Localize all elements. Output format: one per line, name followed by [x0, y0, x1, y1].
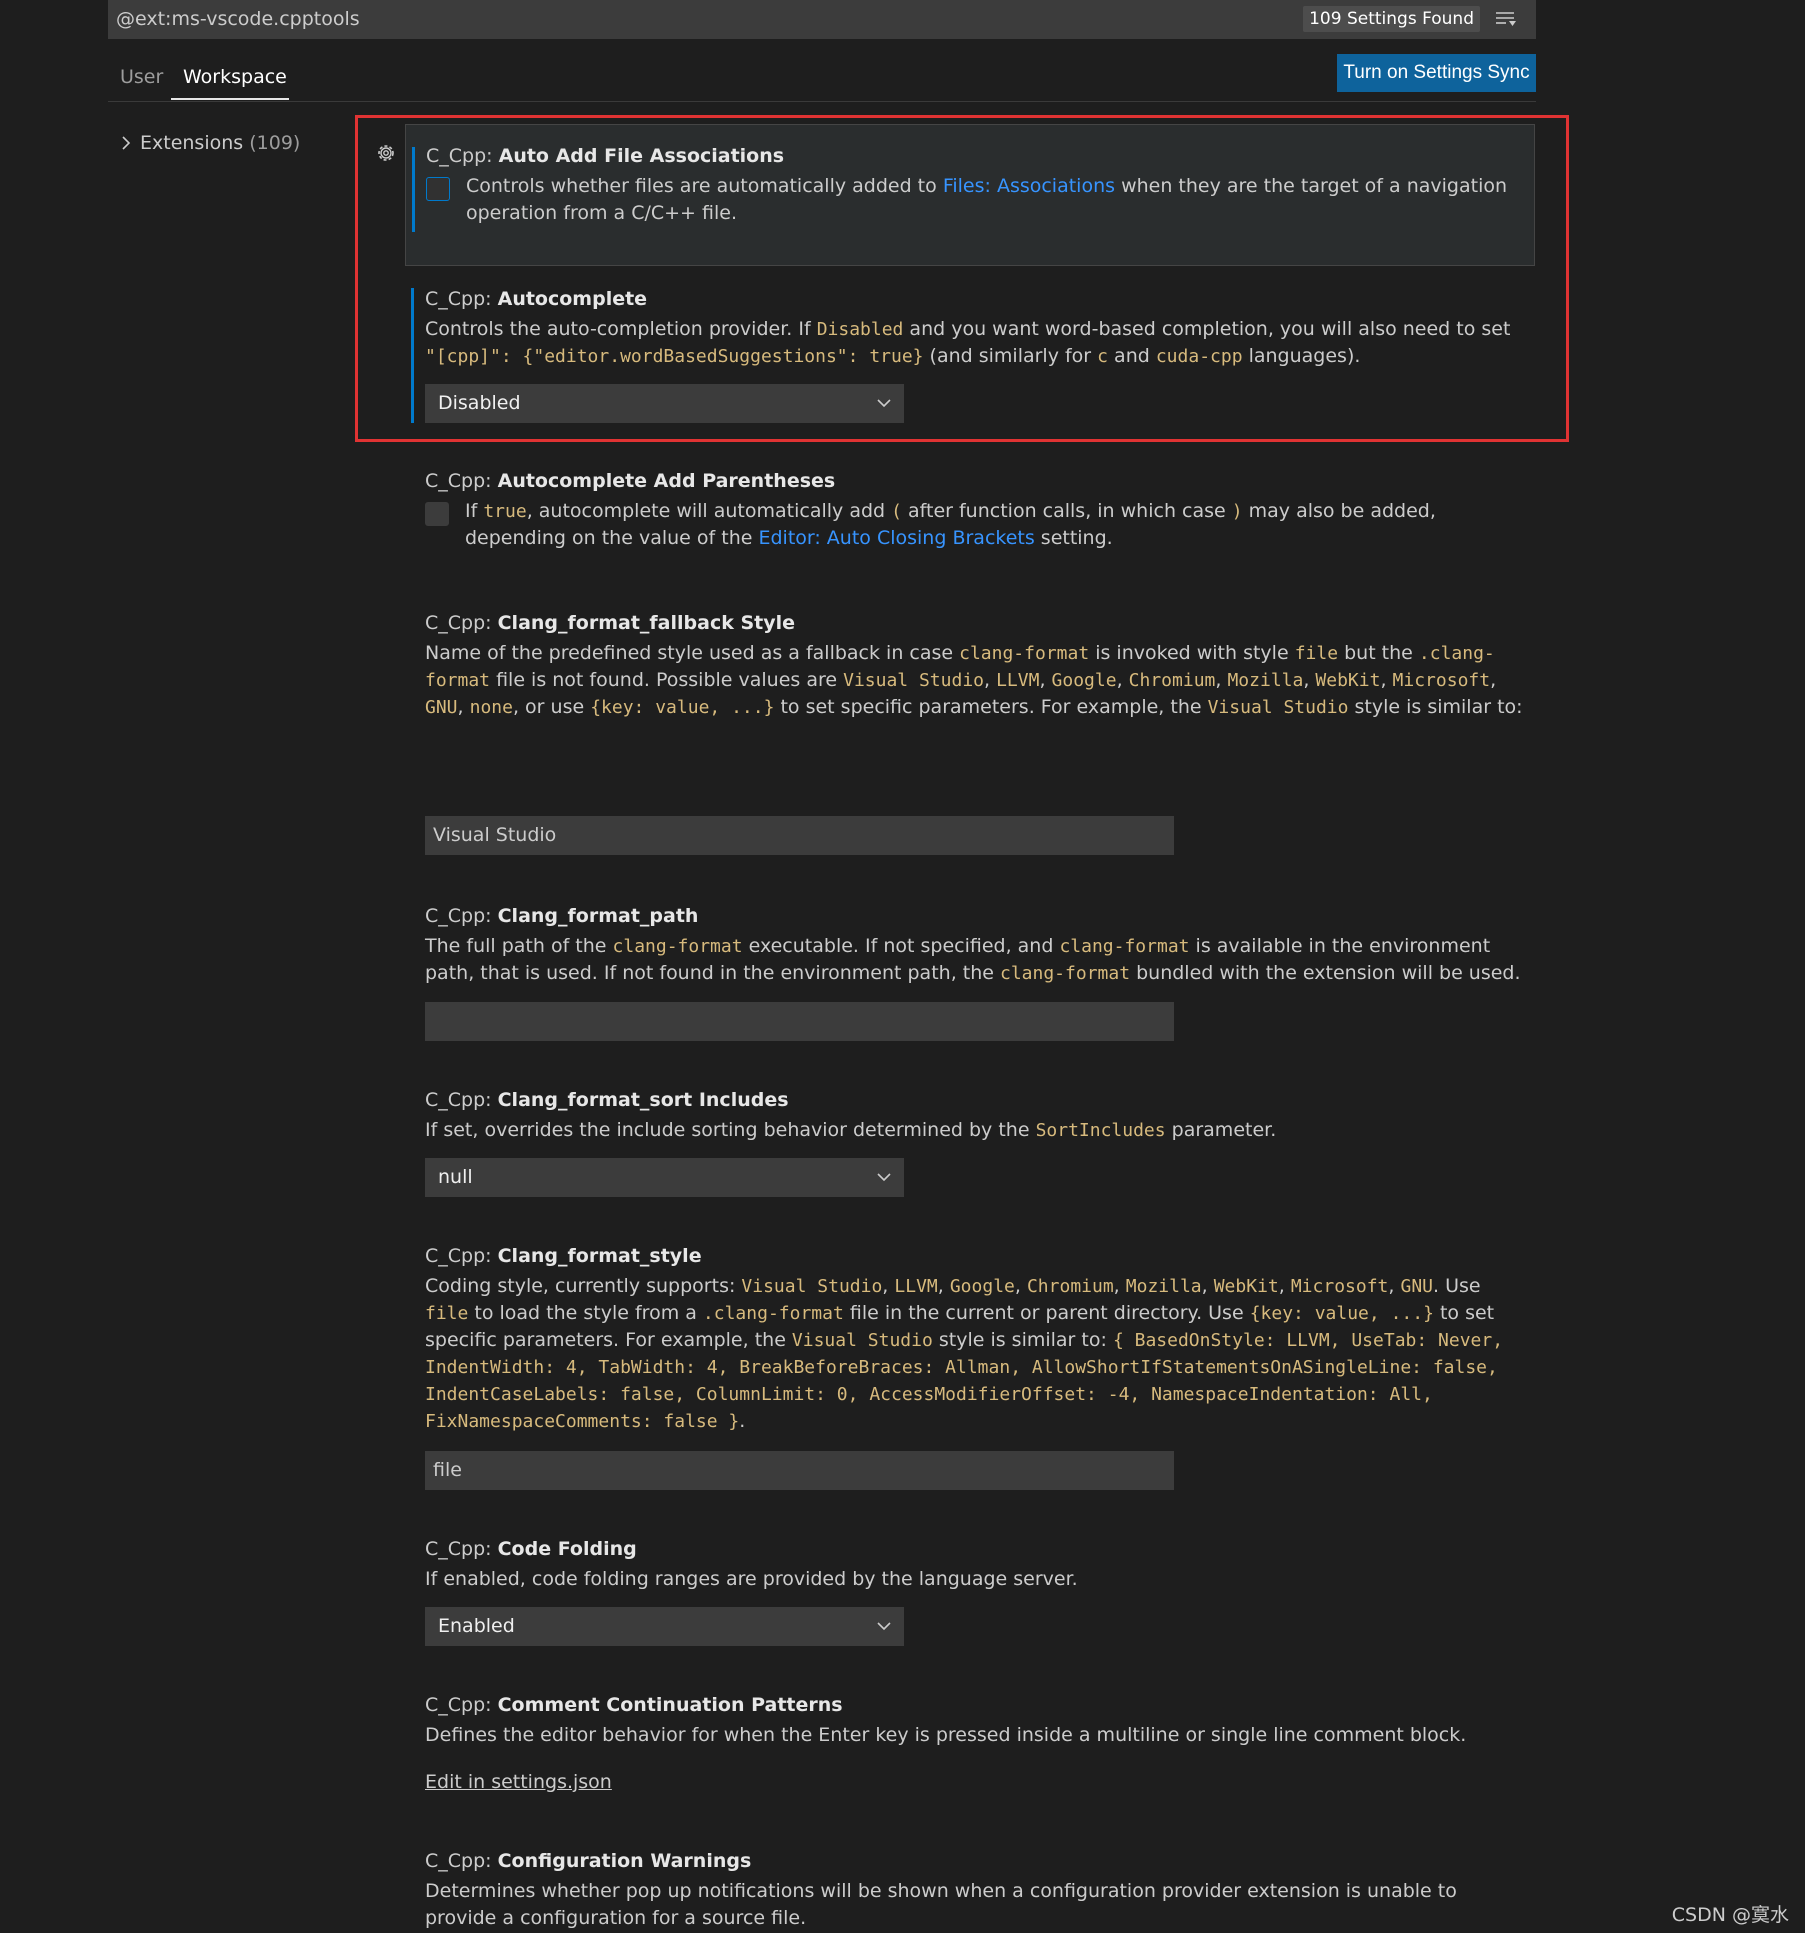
- setting-title: C_Cpp: Clang_format_style: [425, 1245, 702, 1267]
- chevron-down-icon: [877, 1622, 891, 1631]
- autocomplete-add-parentheses-checkbox[interactable]: [425, 502, 449, 526]
- gear-icon[interactable]: [374, 141, 398, 165]
- setting-title: C_Cpp: Auto Add File Associations: [426, 145, 785, 167]
- clang-format-fallback-style-input[interactable]: Visual Studio: [425, 816, 1174, 855]
- files-associations-link[interactable]: Files: Associations: [943, 175, 1115, 197]
- chevron-right-icon: [122, 136, 131, 150]
- setting-autocomplete-add-parentheses: C_Cpp: Autocomplete Add Parentheses If t…: [405, 468, 1535, 558]
- chevron-down-icon: [877, 1173, 891, 1182]
- tab-workspace[interactable]: Workspace: [183, 66, 287, 88]
- setting-title: C_Cpp: Code Folding: [425, 1538, 637, 1560]
- setting-description: Defines the editor behavior for when the…: [425, 1724, 1467, 1746]
- setting-description: If set, overrides the include sorting be…: [425, 1119, 1277, 1141]
- autocomplete-select[interactable]: Disabled: [425, 384, 904, 423]
- setting-description: Controls whether files are automatically…: [466, 175, 1508, 224]
- setting-description: The full path of the clang-format execut…: [425, 935, 1521, 984]
- setting-title: C_Cpp: Comment Continuation Patterns: [425, 1694, 843, 1716]
- results-count-badge: 109 Settings Found: [1303, 6, 1480, 32]
- setting-clang-format-path: C_Cpp: Clang_format_path The full path o…: [405, 903, 1535, 1043]
- modified-indicator: [411, 288, 414, 423]
- setting-description: Name of the predefined style used as a f…: [425, 642, 1523, 718]
- setting-comment-continuation-patterns: C_Cpp: Comment Continuation Patterns Def…: [405, 1692, 1535, 1802]
- tabs-divider: [108, 101, 1536, 102]
- setting-description: Controls the auto-completion provider. I…: [425, 318, 1511, 367]
- chevron-down-icon: [877, 399, 891, 408]
- setting-title: C_Cpp: Configuration Warnings: [425, 1850, 752, 1872]
- setting-title: C_Cpp: Autocomplete: [425, 288, 648, 310]
- toc-count: (109): [249, 132, 301, 154]
- watermark: CSDN @寞水: [1671, 1904, 1789, 1926]
- setting-auto-add-file-associations: C_Cpp: Auto Add File Associations Contro…: [405, 124, 1535, 266]
- editor-auto-closing-brackets-link[interactable]: Editor: Auto Closing Brackets: [758, 527, 1034, 549]
- settings-sync-button[interactable]: Turn on Settings Sync: [1337, 54, 1536, 92]
- edit-link-row: Edit in settings.json: [425, 1769, 1525, 1796]
- setting-clang-format-sort-includes: C_Cpp: Clang_format_sort Includes If set…: [405, 1087, 1535, 1197]
- auto-add-file-associations-checkbox[interactable]: [426, 177, 450, 201]
- tab-user[interactable]: User: [120, 66, 163, 88]
- search-bar[interactable]: @ext:ms-vscode.cpptools 109 Settings Fou…: [108, 0, 1536, 39]
- setting-title: C_Cpp: Clang_format_fallback Style: [425, 612, 796, 634]
- setting-clang-format-fallback-style: C_Cpp: Clang_format_fallback Style Name …: [405, 610, 1535, 860]
- setting-code-folding: C_Cpp: Code Folding If enabled, code fol…: [405, 1536, 1535, 1646]
- setting-description: If true, autocomplete will automatically…: [465, 500, 1436, 549]
- setting-title: C_Cpp: Clang_format_path: [425, 905, 699, 927]
- setting-description: Coding style, currently supports: Visual…: [425, 1275, 1504, 1432]
- clang-format-sort-includes-select[interactable]: null: [425, 1158, 904, 1197]
- setting-title: C_Cpp: Autocomplete Add Parentheses: [425, 470, 836, 492]
- setting-description: Determines whether pop up notifications …: [425, 1880, 1457, 1929]
- code-folding-select[interactable]: Enabled: [425, 1607, 904, 1646]
- setting-title: C_Cpp: Clang_format_sort Includes: [425, 1089, 789, 1111]
- clang-format-style-input[interactable]: file: [425, 1451, 1174, 1490]
- toc-item-extensions[interactable]: Extensions (109): [118, 132, 300, 154]
- toc-label: Extensions: [140, 132, 244, 154]
- active-tab-indicator: [171, 98, 289, 100]
- modified-indicator: [412, 147, 415, 232]
- edit-in-settings-json-link[interactable]: Edit in settings.json: [425, 1771, 612, 1793]
- filter-icon[interactable]: [1494, 9, 1518, 29]
- setting-description: If enabled, code folding ranges are prov…: [425, 1568, 1078, 1590]
- setting-configuration-warnings: C_Cpp: Configuration Warnings Determines…: [405, 1848, 1535, 1933]
- search-input[interactable]: @ext:ms-vscode.cpptools: [116, 8, 360, 30]
- setting-autocomplete: C_Cpp: Autocomplete Controls the auto-co…: [405, 286, 1535, 426]
- clang-format-path-input[interactable]: [425, 1002, 1174, 1041]
- setting-clang-format-style: C_Cpp: Clang_format_style Coding style, …: [405, 1243, 1535, 1493]
